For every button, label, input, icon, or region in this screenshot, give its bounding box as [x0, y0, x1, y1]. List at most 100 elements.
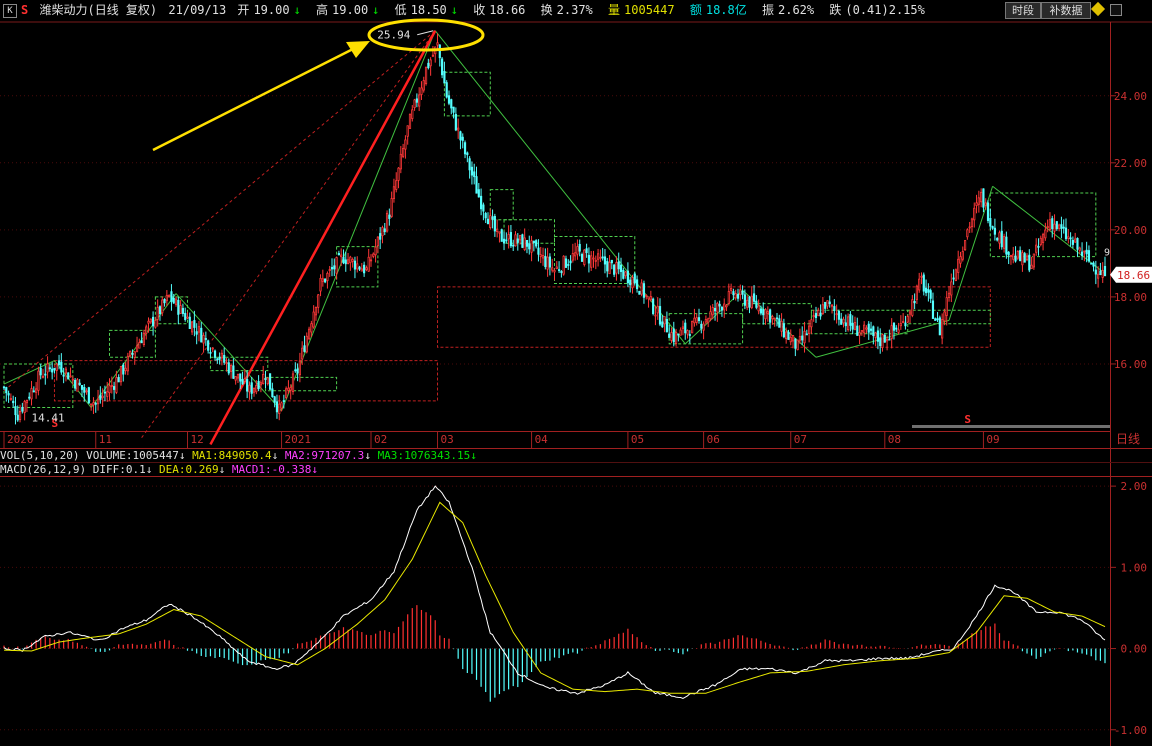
- candle-body: [202, 335, 205, 344]
- candle-body: [296, 368, 299, 374]
- candle-body: [516, 238, 519, 243]
- candle-body: [324, 278, 327, 283]
- candle-body: [225, 362, 228, 365]
- chart-canvas[interactable]: 24.00 22.00 20.00 18.00 16.00 2020 11 12 2021 02 0…: [0, 0, 1152, 746]
- candle-body: [422, 80, 425, 91]
- candle-body: [461, 136, 464, 141]
- candle-body: [677, 333, 680, 336]
- scrollbar[interactable]: [912, 425, 1110, 428]
- candle-body: [578, 243, 581, 252]
- candle-body: [149, 318, 152, 323]
- candle-body: [64, 368, 68, 374]
- high-leader-line: [417, 30, 434, 36]
- candle-body: [1062, 226, 1065, 229]
- candle-body: [119, 366, 123, 383]
- candle-body: [1012, 253, 1015, 260]
- candle-body: [37, 370, 40, 391]
- candle-body: [858, 332, 861, 336]
- candle-body: [14, 406, 17, 416]
- date-label: 12: [191, 433, 204, 446]
- candle-body: [645, 294, 648, 297]
- candle-body: [1039, 237, 1042, 245]
- candle-body: [732, 291, 735, 296]
- candle-body: [493, 215, 496, 232]
- candle-body: [96, 398, 100, 405]
- candle-body: [592, 257, 595, 260]
- candle-body: [51, 368, 54, 373]
- candle-body: [691, 320, 694, 334]
- zigzag-segment: [281, 30, 436, 412]
- candle-body: [569, 260, 572, 264]
- s-marker: S: [964, 413, 971, 426]
- candle-body: [773, 318, 776, 321]
- candle-body: [342, 257, 345, 264]
- candle-body: [76, 379, 79, 392]
- candle-body: [934, 318, 937, 321]
- candle-body: [537, 247, 540, 255]
- candle-body: [459, 131, 462, 141]
- candle-body: [849, 314, 852, 326]
- candle-body: [746, 299, 749, 308]
- candle-body: [512, 244, 515, 247]
- candle-body: [236, 373, 240, 379]
- candle-body: [787, 331, 790, 340]
- candle-body: [890, 325, 893, 339]
- candle-body: [406, 125, 409, 137]
- candle-body: [709, 311, 712, 320]
- candle-body: [996, 238, 999, 241]
- candle-body: [1094, 269, 1097, 275]
- candle-body: [521, 234, 524, 248]
- candle-body: [1041, 234, 1045, 243]
- candle-body: [830, 304, 834, 307]
- candle-body: [1053, 223, 1056, 232]
- candle-body: [445, 82, 448, 98]
- candle-body: [344, 259, 347, 265]
- candle-body: [590, 255, 593, 268]
- candle-body: [163, 299, 166, 304]
- candle-body: [769, 309, 772, 323]
- candle-body: [856, 325, 859, 336]
- candle-body: [30, 388, 33, 400]
- candle-body: [993, 227, 996, 235]
- candle-body: [1007, 251, 1010, 256]
- candle-body: [624, 271, 627, 277]
- candle-body: [48, 367, 51, 370]
- candle-body: [576, 246, 579, 255]
- candle-body: [844, 322, 847, 327]
- candle-body: [353, 260, 357, 270]
- candle-body: [191, 321, 194, 333]
- candle-body: [610, 259, 613, 264]
- macd-params: MACD(26,12,9): [0, 463, 87, 476]
- candle-body: [789, 336, 792, 343]
- candle-body: [5, 387, 8, 394]
- candle-body: [853, 322, 857, 330]
- candle-body: [693, 317, 696, 324]
- candle-body: [390, 198, 393, 217]
- candle-body: [865, 327, 868, 330]
- candle-body: [863, 324, 866, 334]
- candle-body: [473, 171, 476, 178]
- candle-body: [457, 127, 460, 131]
- candle-body: [977, 197, 980, 205]
- candle-body: [1064, 227, 1068, 240]
- candle-body: [941, 319, 944, 339]
- candle-body: [1028, 254, 1031, 271]
- candle-body: [298, 360, 301, 376]
- candle-body: [688, 334, 691, 336]
- candle-body: [952, 277, 955, 280]
- candle-body: [436, 42, 439, 46]
- candle-body: [571, 253, 574, 261]
- candle-body: [337, 253, 340, 256]
- candle-body: [2, 386, 6, 389]
- candle-body: [413, 99, 416, 109]
- candle-body: [929, 290, 932, 299]
- candle-body: [567, 264, 570, 266]
- candle-body: [876, 330, 880, 342]
- date-label: 06: [707, 433, 720, 446]
- candle-body: [429, 59, 432, 67]
- date-label: 2020: [7, 433, 34, 446]
- candle-body: [920, 275, 923, 278]
- candle-body: [626, 270, 629, 284]
- vol-volume-value: 1005447: [132, 449, 179, 462]
- candle-body: [1035, 244, 1038, 253]
